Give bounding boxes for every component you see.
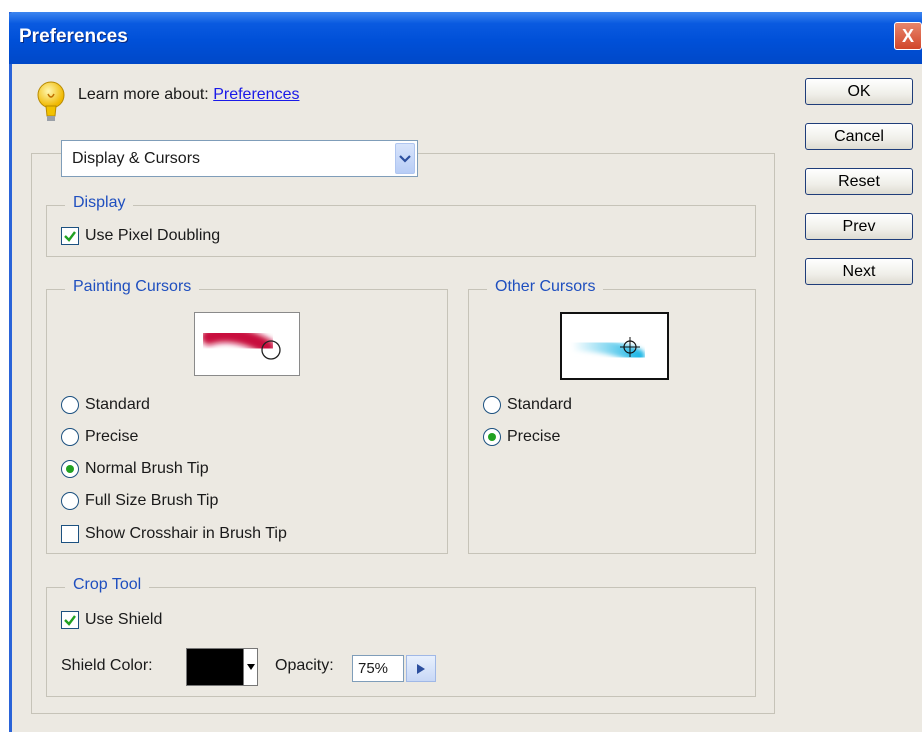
close-button[interactable]: X — [894, 22, 922, 50]
preferences-help-link[interactable]: Preferences — [213, 86, 299, 103]
use-pixel-doubling-checkbox[interactable]: Use Pixel Doubling — [61, 227, 220, 245]
crosshair-icon — [565, 337, 645, 363]
shield-color-label: Shield Color: — [61, 657, 153, 674]
cancel-button[interactable]: Cancel — [805, 123, 913, 150]
display-legend: Display — [65, 194, 134, 212]
show-crosshair-checkbox[interactable]: Show Crosshair in Brush Tip — [61, 525, 287, 543]
painting-standard-label: Standard — [85, 396, 150, 413]
other-cursor-preview — [560, 312, 669, 380]
show-crosshair-label: Show Crosshair in Brush Tip — [85, 525, 287, 542]
window-title: Preferences — [19, 26, 128, 47]
painting-precise-radio[interactable]: Precise — [61, 428, 138, 446]
radio-icon — [61, 492, 79, 510]
checkbox-checked-icon — [61, 611, 79, 629]
chevron-right-icon — [417, 663, 425, 674]
use-shield-label: Use Shield — [85, 611, 163, 628]
category-select[interactable]: Display & Cursors — [61, 140, 418, 177]
painting-normal-brush-tip-label: Normal Brush Tip — [85, 460, 209, 477]
painting-standard-radio[interactable]: Standard — [61, 396, 150, 414]
other-standard-label: Standard — [507, 396, 572, 413]
painting-cursors-legend: Painting Cursors — [65, 278, 200, 296]
opacity-input[interactable]: 75% — [352, 655, 404, 682]
title-bar: Preferences — [9, 12, 922, 64]
use-shield-checkbox[interactable]: Use Shield — [61, 611, 162, 629]
painting-full-size-brush-tip-label: Full Size Brush Tip — [85, 492, 219, 509]
crop-tool-legend: Crop Tool — [65, 576, 150, 594]
painting-cursor-preview — [194, 312, 300, 376]
help-line: Learn more about: Preferences — [78, 86, 299, 104]
radio-icon — [483, 396, 501, 414]
painting-full-size-brush-tip-radio[interactable]: Full Size Brush Tip — [61, 492, 218, 510]
chevron-down-icon[interactable] — [395, 143, 415, 174]
other-precise-radio[interactable]: Precise — [483, 428, 560, 446]
brush-stroke-icon — [201, 326, 281, 360]
category-select-value: Display & Cursors — [72, 150, 201, 167]
painting-normal-brush-tip-radio[interactable]: Normal Brush Tip — [61, 460, 209, 478]
radio-selected-icon — [61, 460, 79, 478]
ok-button[interactable]: OK — [805, 78, 913, 105]
dropdown-arrow-icon[interactable] — [243, 649, 257, 685]
opacity-label: Opacity: — [275, 657, 334, 674]
reset-button[interactable]: Reset — [805, 168, 913, 195]
radio-icon — [61, 396, 79, 414]
checkbox-checked-icon — [61, 227, 79, 245]
opacity-slider-button[interactable] — [406, 655, 436, 682]
help-prefix: Learn more about: — [78, 86, 209, 103]
close-icon: X — [901, 25, 914, 46]
radio-selected-icon — [483, 428, 501, 446]
use-pixel-doubling-label: Use Pixel Doubling — [85, 227, 221, 244]
painting-precise-label: Precise — [85, 428, 139, 445]
other-precise-label: Precise — [507, 428, 561, 445]
other-cursors-legend: Other Cursors — [487, 278, 604, 296]
checkbox-icon — [61, 525, 79, 543]
prev-button[interactable]: Prev — [805, 213, 913, 240]
shield-color-swatch[interactable] — [186, 648, 258, 686]
radio-icon — [61, 428, 79, 446]
next-button[interactable]: Next — [805, 258, 913, 285]
lightbulb-icon — [37, 81, 65, 121]
other-standard-radio[interactable]: Standard — [483, 396, 572, 414]
